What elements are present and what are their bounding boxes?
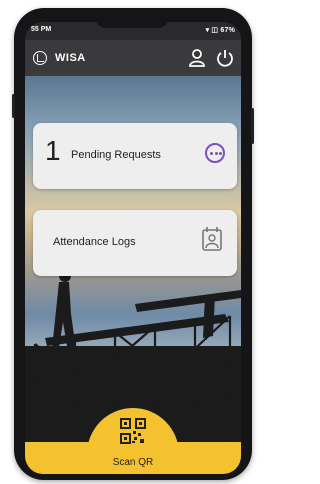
attendance-logs-card[interactable]: Attendance Logs	[33, 210, 237, 276]
power-icon[interactable]	[215, 48, 235, 68]
pending-requests-card[interactable]: 1 Pending Requests	[33, 123, 237, 189]
qr-code-icon[interactable]	[120, 418, 146, 444]
background-photo: 1 Pending Requests Attendance Logs Scan …	[25, 76, 241, 474]
pending-requests-label: Pending Requests	[71, 149, 161, 161]
calendar-person-icon	[202, 227, 222, 251]
app-title: WISA	[55, 52, 86, 64]
status-time: 55 PM	[31, 26, 52, 33]
user-icon[interactable]	[187, 48, 207, 68]
attendance-logs-label: Attendance Logs	[53, 236, 136, 248]
more-icon[interactable]	[205, 143, 225, 163]
power-button	[251, 108, 254, 144]
phone-notch	[96, 16, 168, 28]
pending-count: 1	[45, 135, 61, 166]
scan-qr-label[interactable]: Scan QR	[25, 457, 241, 468]
app-bar: WISA	[25, 40, 241, 76]
volume-button	[12, 94, 15, 118]
lt-logo-icon	[33, 51, 47, 65]
app-screen: 55 PM ▾ ◫ 67% WISA 1 Pending Requests At…	[25, 22, 241, 474]
status-indicators: ▾ ◫ 67%	[205, 27, 235, 34]
